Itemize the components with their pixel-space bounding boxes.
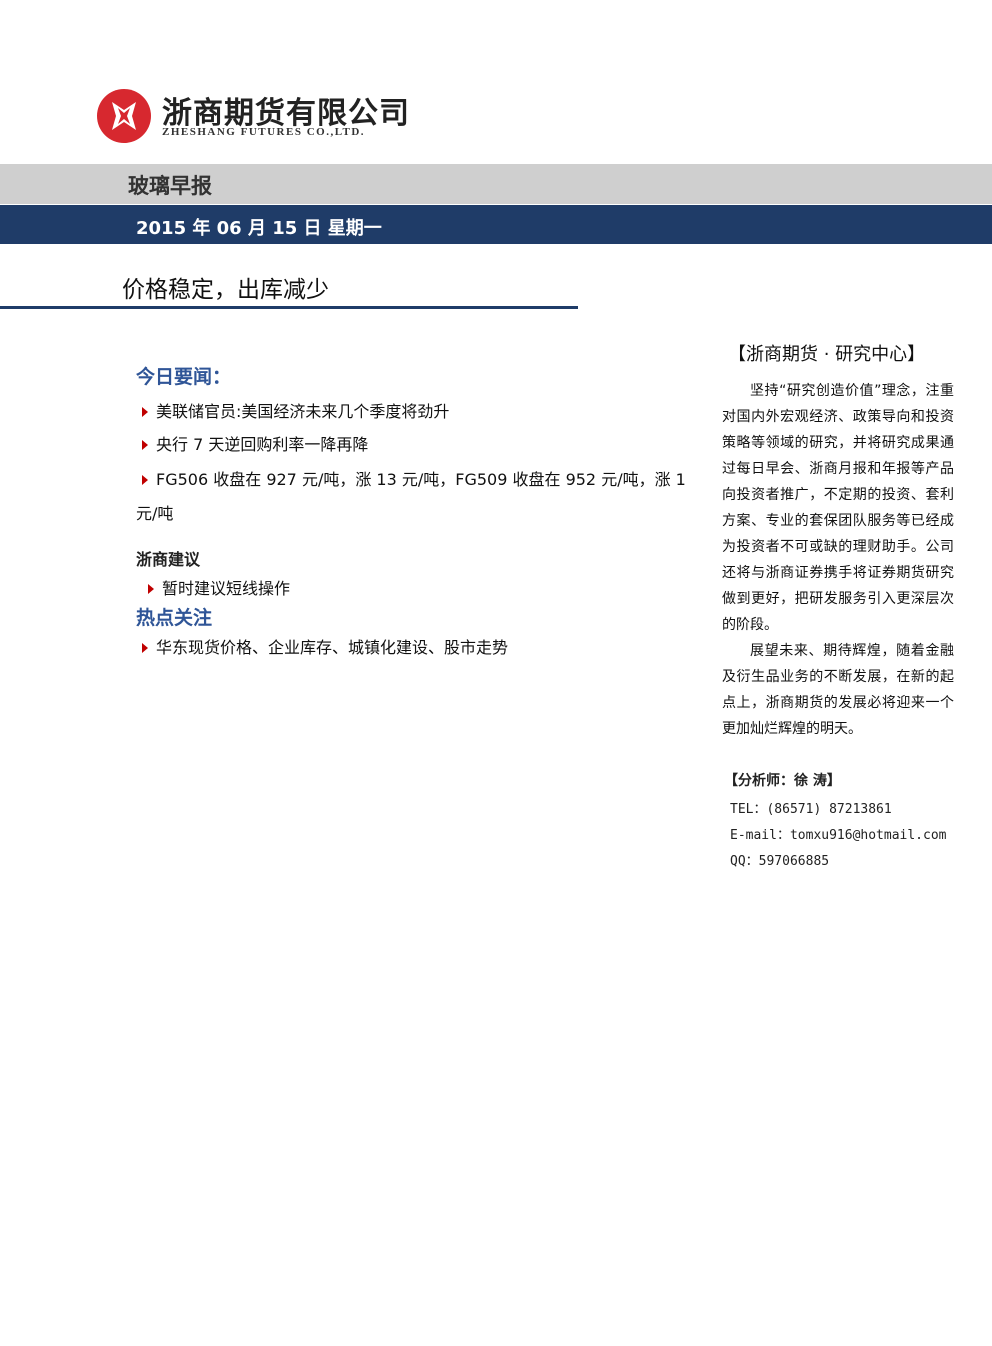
advice-section-title: 浙商建议 — [136, 550, 201, 569]
news-section-title: 今日要闻： — [136, 366, 232, 388]
advice-item: 暂时建议短线操作 — [162, 579, 291, 598]
news-item: 美联储官员:美国经济未来几个季度将劲升 — [156, 402, 450, 421]
headline: 价格稳定，出库减少 — [122, 277, 329, 303]
list-item: 暂时建议短线操作 — [136, 572, 686, 606]
sidebar-paragraph-intro: 坚持“研究创造价值”理念，注重对国内外宏观经济、政策导向和投资策略等领域的研究，… — [722, 383, 954, 633]
report-title-band: 玻璃早报 — [0, 164, 992, 204]
sidebar-title: 【浙商期货 · 研究中心】 — [728, 344, 926, 365]
list-item: 华东现货价格、企业库存、城镇化建设、股市走势 — [136, 631, 686, 665]
bullet-arrow-icon — [142, 474, 148, 485]
list-item: 美联储官员:美国经济未来几个季度将劲升 — [136, 395, 686, 429]
focus-item: 华东现货价格、企业库存、城镇化建设、股市走势 — [156, 638, 509, 657]
headline-divider — [0, 306, 578, 309]
news-item: 央行 7 天逆回购利率一降再降 — [156, 435, 369, 454]
analyst-qq: QQ：597066885 — [730, 854, 830, 869]
focus-section-title: 热点关注 — [136, 607, 213, 629]
list-item: 央行 7 天逆回购利率一降再降 — [136, 428, 686, 462]
news-item: 元/吨 — [136, 504, 174, 523]
analyst-email[interactable]: E-mail：tomxu916@hotmail.com — [730, 824, 947, 843]
bullet-arrow-icon — [142, 406, 148, 417]
news-item: FG506 收盘在 927 元/吨，涨 13 元/吨，FG509 收盘在 952… — [156, 470, 686, 489]
bullet-arrow-icon — [148, 583, 154, 594]
analyst-phone: TEL：(86571) 87213861 — [730, 802, 892, 817]
analyst-label: 【分析师：徐 涛】 — [724, 773, 841, 789]
bullet-arrow-icon — [142, 642, 148, 653]
list-item: FG506 收盘在 927 元/吨，涨 13 元/吨，FG509 收盘在 952… — [136, 463, 686, 497]
report-date: 2015 年 06 月 15 日 星期一 — [136, 218, 382, 239]
company-logo: 浙商期货有限公司 ZHESHANG FUTURES CO.,LTD. — [96, 88, 409, 148]
sidebar-paragraph-outlook: 展望未来、期待辉煌，随着金融及衍生品业务的不断发展，在新的起点上，浙商期货的发展… — [722, 643, 954, 737]
report-title: 玻璃早报 — [128, 174, 212, 198]
list-item-continuation: 元/吨 — [136, 497, 686, 531]
bullet-arrow-icon — [142, 439, 148, 450]
report-date-band: 2015 年 06 月 15 日 星期一 — [0, 205, 992, 244]
company-name-en: ZHESHANG FUTURES CO.,LTD. — [162, 126, 366, 138]
zheshang-logo-icon — [97, 89, 151, 143]
